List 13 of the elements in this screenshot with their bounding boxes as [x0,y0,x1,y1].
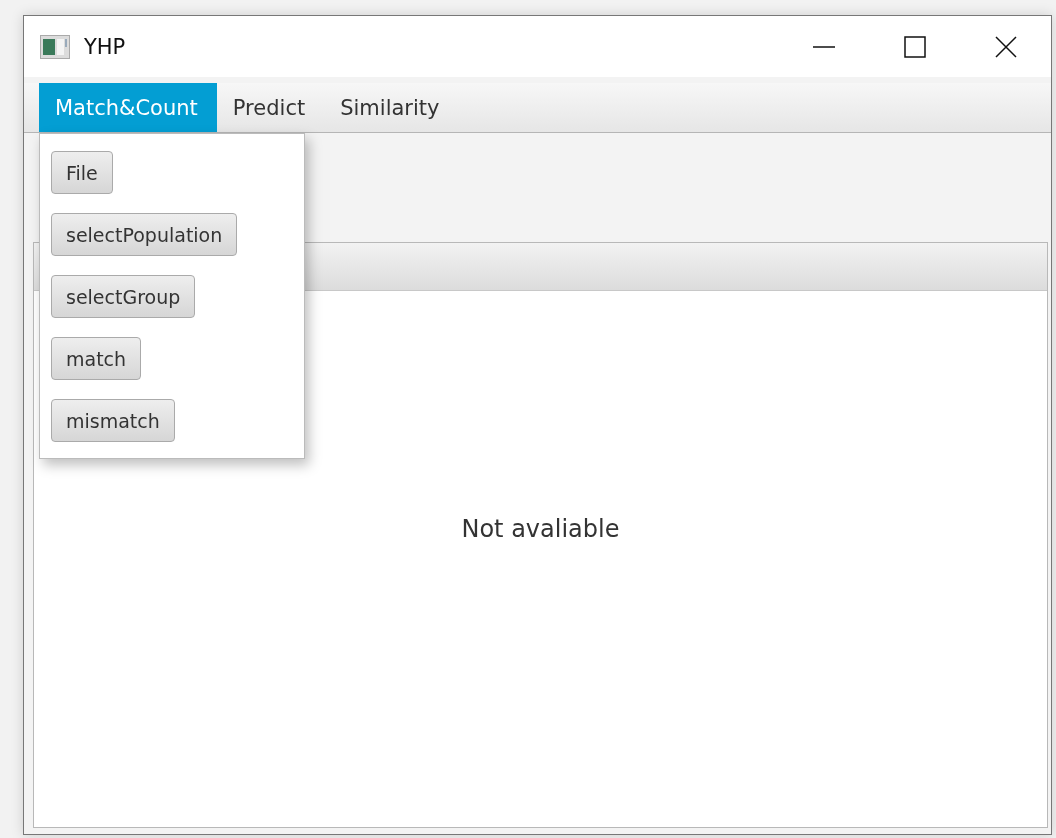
maximize-icon [903,35,926,58]
menu-item[interactable]: Predict [216,83,325,132]
menu-button[interactable]: mismatch [51,399,175,442]
menu-button[interactable]: match [51,337,142,380]
app-icon [40,34,70,59]
menu-button[interactable]: selectPopulation [51,213,238,256]
close-icon [994,35,1017,58]
menu-item[interactable]: Similarity [324,83,459,132]
window-title: YHP [84,34,126,59]
placeholder-text: Not avaliable [461,515,620,543]
menu-button[interactable]: selectGroup [51,275,196,318]
minimize-icon [812,45,835,48]
menu-button[interactable]: File [51,151,113,194]
